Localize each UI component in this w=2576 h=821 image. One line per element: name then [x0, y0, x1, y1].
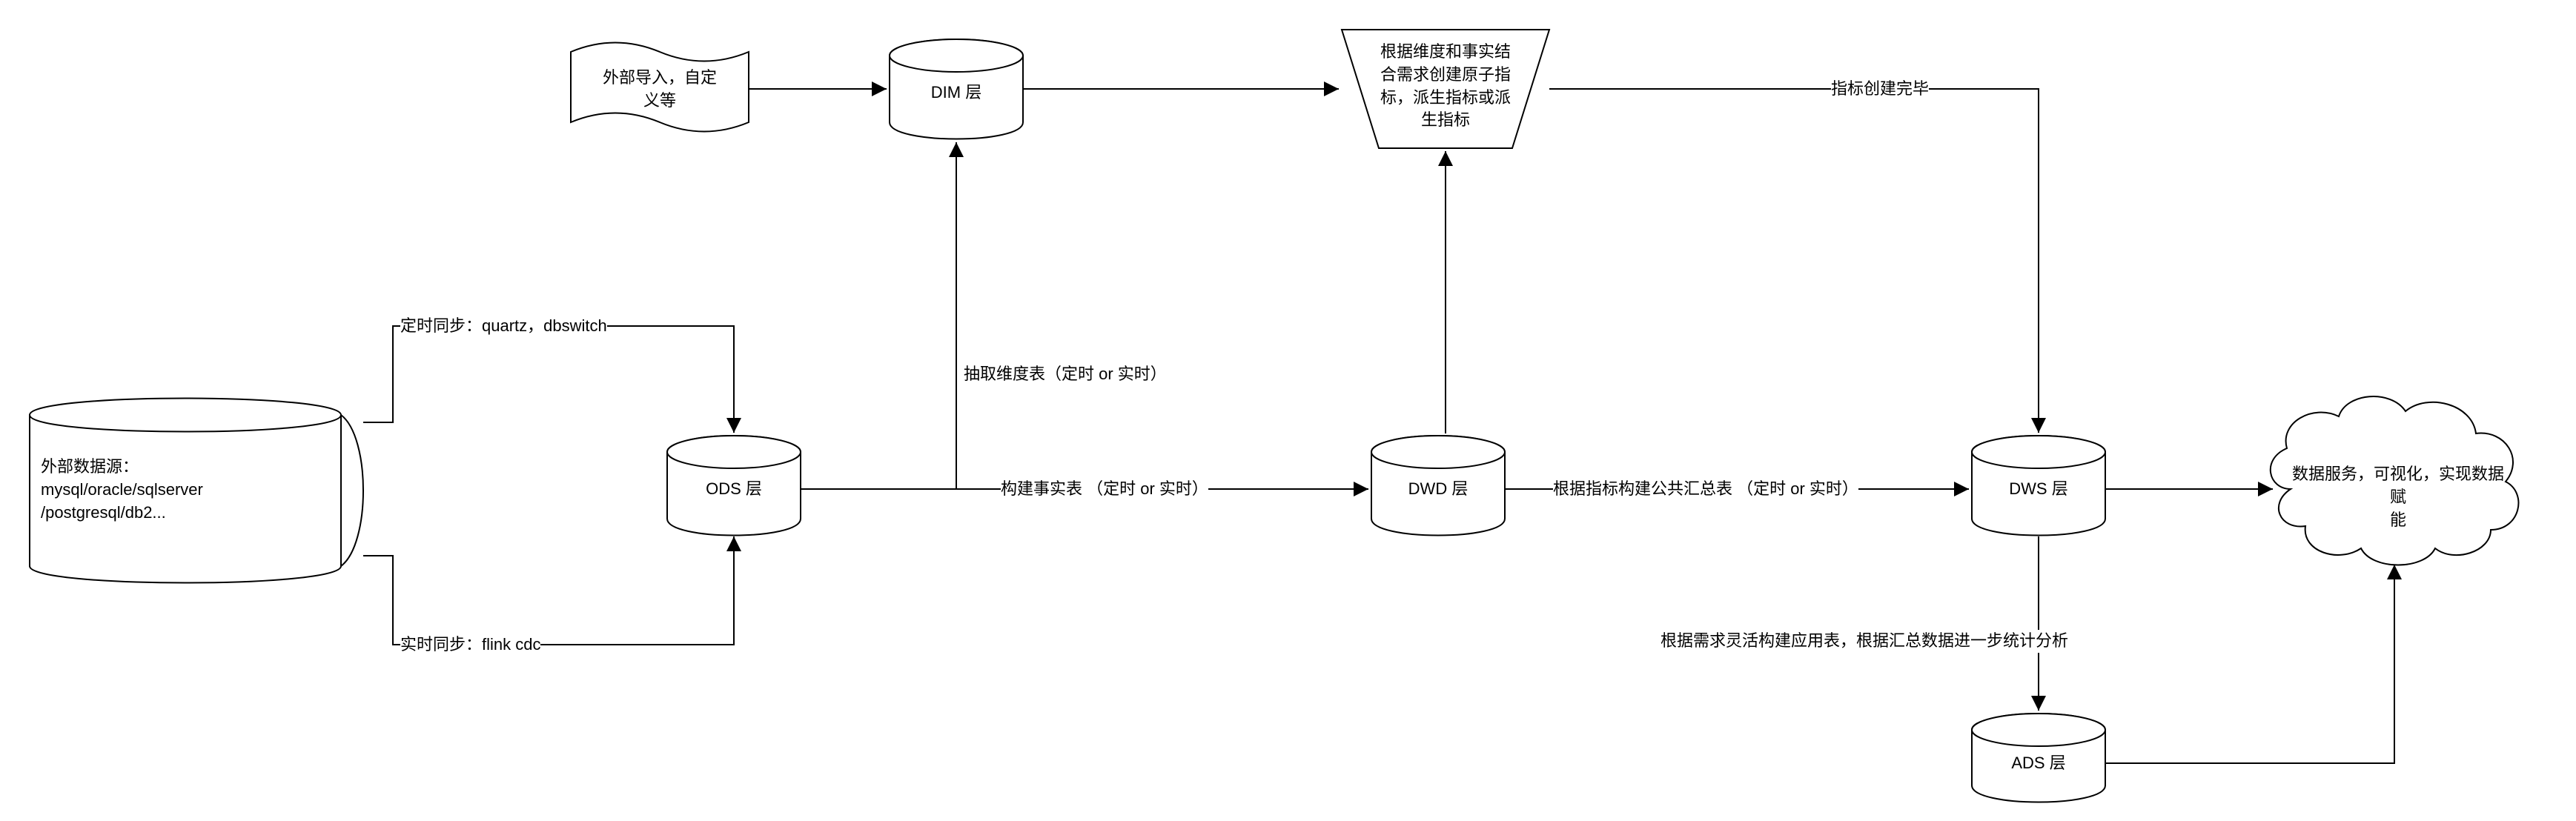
- edge-sync-scheduled: [363, 326, 734, 433]
- label-metrics-done: 指标创建完毕: [1831, 78, 1929, 101]
- label-dws: DWS 层: [1972, 478, 2105, 501]
- diagram-canvas: [0, 0, 2576, 821]
- label-build-app: 根据需求灵活构建应用表，根据汇总数据进一步统计分析: [1661, 630, 2068, 653]
- label-sync-scheduled: 定时同步：quartz，dbswitch: [400, 315, 607, 338]
- label-sync-realtime: 实时同步：flink cdc: [400, 634, 540, 657]
- label-cloud: 数据服务，可视化，实现数据赋 能: [2287, 463, 2509, 531]
- edge-ads-cloud: [2105, 565, 2394, 763]
- edge-sync-realtime: [363, 536, 734, 645]
- label-build-fact: 构建事实表 （定时 or 实时）: [1001, 478, 1208, 501]
- edge-extract-dim: [801, 142, 956, 489]
- label-ods: ODS 层: [667, 478, 801, 501]
- edge-metrics-done: [1549, 89, 2039, 433]
- label-dim: DIM 层: [890, 82, 1023, 104]
- label-external-import: 外部导入，自定 义等: [582, 67, 738, 113]
- label-extract-dim: 抽取维度表（定时 or 实时）: [964, 363, 1167, 386]
- label-metrics: 根据维度和事实结 合需求创建原子指 标，派生指标或派 生指标: [1371, 41, 1520, 132]
- label-datasource: 外部数据源： mysql/oracle/sqlserver /postgresq…: [41, 456, 330, 524]
- label-ads: ADS 层: [1972, 752, 2105, 775]
- label-dwd: DWD 层: [1371, 478, 1505, 501]
- label-build-summary: 根据指标构建公共汇总表 （定时 or 实时）: [1553, 478, 1858, 501]
